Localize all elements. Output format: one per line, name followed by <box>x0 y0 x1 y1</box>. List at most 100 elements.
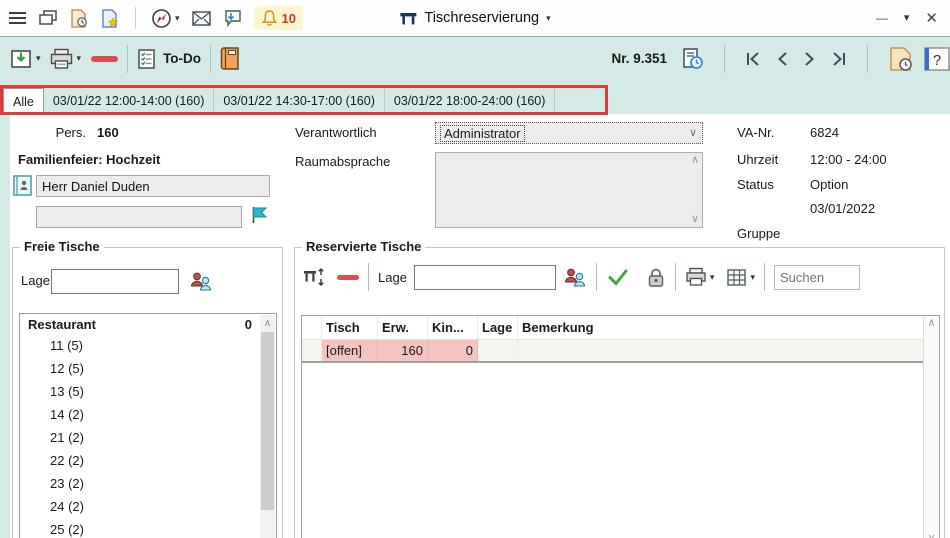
reservierte-lage-label: Lage <box>378 270 407 285</box>
cell-bemerkung[interactable] <box>518 340 923 361</box>
table-list-item[interactable]: 14 (2) <box>20 403 276 426</box>
toolbar-separator <box>675 263 676 291</box>
table-list-item[interactable]: 25 (2) <box>20 518 276 538</box>
first-record-icon[interactable] <box>744 50 763 68</box>
search-input[interactable] <box>774 265 860 290</box>
confirm-check-icon[interactable] <box>606 267 630 287</box>
minimize-button[interactable]: — <box>876 11 888 25</box>
document-clock-icon[interactable] <box>887 46 914 72</box>
raumabsprache-textarea[interactable]: ∧ ∨ <box>435 152 703 228</box>
row-selector-cell[interactable] <box>302 340 322 361</box>
location-group-header[interactable]: Restaurant 0 <box>20 314 276 334</box>
scroll-up-icon[interactable]: ∧ <box>691 155 699 166</box>
verantwortlich-select[interactable]: Administrator ∨ <box>435 122 703 144</box>
compass-button[interactable]: ▾ <box>151 8 180 29</box>
col-tisch[interactable]: Tisch <box>322 316 378 339</box>
table-list-item[interactable]: 11 (5) <box>20 334 276 357</box>
scrollbar-thumb[interactable] <box>261 332 274 510</box>
grid-view-button[interactable]: ▾ <box>726 268 755 287</box>
remove-icon[interactable] <box>91 56 118 62</box>
raumabsprache-label: Raumabsprache <box>295 154 390 169</box>
col-kin[interactable]: Kin... <box>428 316 478 339</box>
freie-lage-input[interactable] <box>51 269 179 294</box>
col-bemerkung[interactable]: Bemerkung <box>518 316 923 339</box>
tabs: Alle 03/01/22 12:00-14:00 (160) 03/01/22… <box>3 88 555 114</box>
tab-timeslot-2[interactable]: 03/01/22 14:30-17:00 (160) <box>214 88 385 114</box>
mail-icon[interactable] <box>191 10 212 27</box>
windows-cascade-icon[interactable] <box>38 9 58 27</box>
reservierte-tische-title: Reservierte Tische <box>302 239 425 254</box>
favorite-document-icon[interactable] <box>100 9 120 28</box>
freie-tische-panel: Freie Tische Lage Restaurant 0 11 (5) 12… <box>12 247 283 538</box>
cell-erw[interactable]: 160 <box>378 340 428 361</box>
print-button[interactable]: ▾ <box>49 48 82 70</box>
col-lage[interactable]: Lage <box>478 316 518 339</box>
caret-down-icon: ▾ <box>175 14 180 23</box>
menu-icon[interactable] <box>8 10 27 26</box>
col-erw[interactable]: Erw. <box>378 316 428 339</box>
contact-card-icon[interactable] <box>13 175 32 196</box>
save-caret-icon: ▾ <box>36 54 41 63</box>
recent-document-icon[interactable] <box>69 9 89 28</box>
comment-download-icon[interactable] <box>223 9 243 27</box>
scroll-down-icon[interactable]: ∨ <box>691 214 699 225</box>
prev-record-icon[interactable] <box>775 50 790 68</box>
table-header-row: Tisch Erw. Kin... Lage Bemerkung <box>302 316 939 340</box>
row-selector-header <box>302 316 322 339</box>
table-list-item[interactable]: 12 (5) <box>20 357 276 380</box>
table-list-item[interactable]: 23 (2) <box>20 472 276 495</box>
scroll-up-icon[interactable]: ∧ <box>260 315 275 331</box>
print-list-button[interactable]: ▾ <box>685 267 715 287</box>
reservierte-tische-panel: Reservierte Tische Lage <box>294 247 945 538</box>
cell-kin[interactable]: 0 <box>428 340 478 361</box>
notifications-button[interactable]: 10 <box>254 6 303 30</box>
table-list-item[interactable]: 13 (5) <box>20 380 276 403</box>
toolbar-separator <box>135 7 136 29</box>
close-button[interactable]: ✕ <box>925 9 938 27</box>
flag-icon[interactable] <box>250 205 268 225</box>
checklist-icon <box>137 48 156 70</box>
scroll-down-icon[interactable]: ∨ <box>924 533 939 538</box>
help-button[interactable]: ? <box>924 46 950 72</box>
toolbar-separator <box>127 45 128 73</box>
table-list-item[interactable]: 22 (2) <box>20 449 276 472</box>
window-title-menu[interactable]: Tischreservierung ▾ <box>399 10 550 27</box>
window-menu-caret[interactable]: ▾ <box>904 13 910 24</box>
reserved-tables-table: Tisch Erw. Kin... Lage Bemerkung [offen]… <box>301 315 940 538</box>
table-scrollbar[interactable]: ∧ ∨ <box>923 316 939 538</box>
table-list-item[interactable]: 21 (2) <box>20 426 276 449</box>
notification-count: 10 <box>282 11 296 26</box>
next-record-icon[interactable] <box>802 50 817 68</box>
tab-alle[interactable]: Alle <box>3 88 44 114</box>
event-type-label: Familienfeier: Hochzeit <box>18 152 160 167</box>
combo-chevron-icon: ∨ <box>689 128 697 139</box>
tab-timeslot-1[interactable]: 03/01/22 12:00-14:00 (160) <box>44 88 215 114</box>
last-record-icon[interactable] <box>829 50 848 68</box>
scroll-up-icon[interactable]: ∧ <box>924 318 939 329</box>
book-icon[interactable] <box>220 46 242 71</box>
tab-timeslot-3[interactable]: 03/01/22 18:00-24:00 (160) <box>385 88 556 114</box>
remove-table-icon[interactable] <box>337 275 359 280</box>
persons-icon[interactable] <box>189 271 213 292</box>
reservierte-lage-input[interactable] <box>414 265 556 290</box>
assign-table-icon[interactable] <box>303 266 327 288</box>
contact-name-field[interactable] <box>36 175 270 197</box>
freie-lage-label: Lage <box>21 273 50 288</box>
history-icon[interactable] <box>681 47 705 71</box>
freie-list-scrollbar[interactable]: ∧ <box>260 315 275 538</box>
secondary-contact-field[interactable] <box>36 206 242 228</box>
table-list-item[interactable]: 24 (2) <box>20 495 276 518</box>
cell-tisch[interactable]: [offen] <box>322 340 378 361</box>
todo-button[interactable]: To-Do <box>137 48 201 70</box>
toolbar-separator <box>596 263 597 291</box>
save-button[interactable]: ▾ <box>10 48 41 70</box>
lock-icon[interactable] <box>646 267 666 288</box>
va-nr-value: 6824 <box>810 125 839 140</box>
cell-lage[interactable] <box>478 340 518 361</box>
va-nr-label: VA-Nr. <box>737 125 774 140</box>
todo-label: To-Do <box>163 51 201 66</box>
window-title: Tischreservierung <box>424 10 539 26</box>
toolbar-separator <box>724 45 725 73</box>
persons-icon[interactable] <box>563 267 587 288</box>
table-row[interactable]: [offen] 160 0 <box>302 340 939 363</box>
